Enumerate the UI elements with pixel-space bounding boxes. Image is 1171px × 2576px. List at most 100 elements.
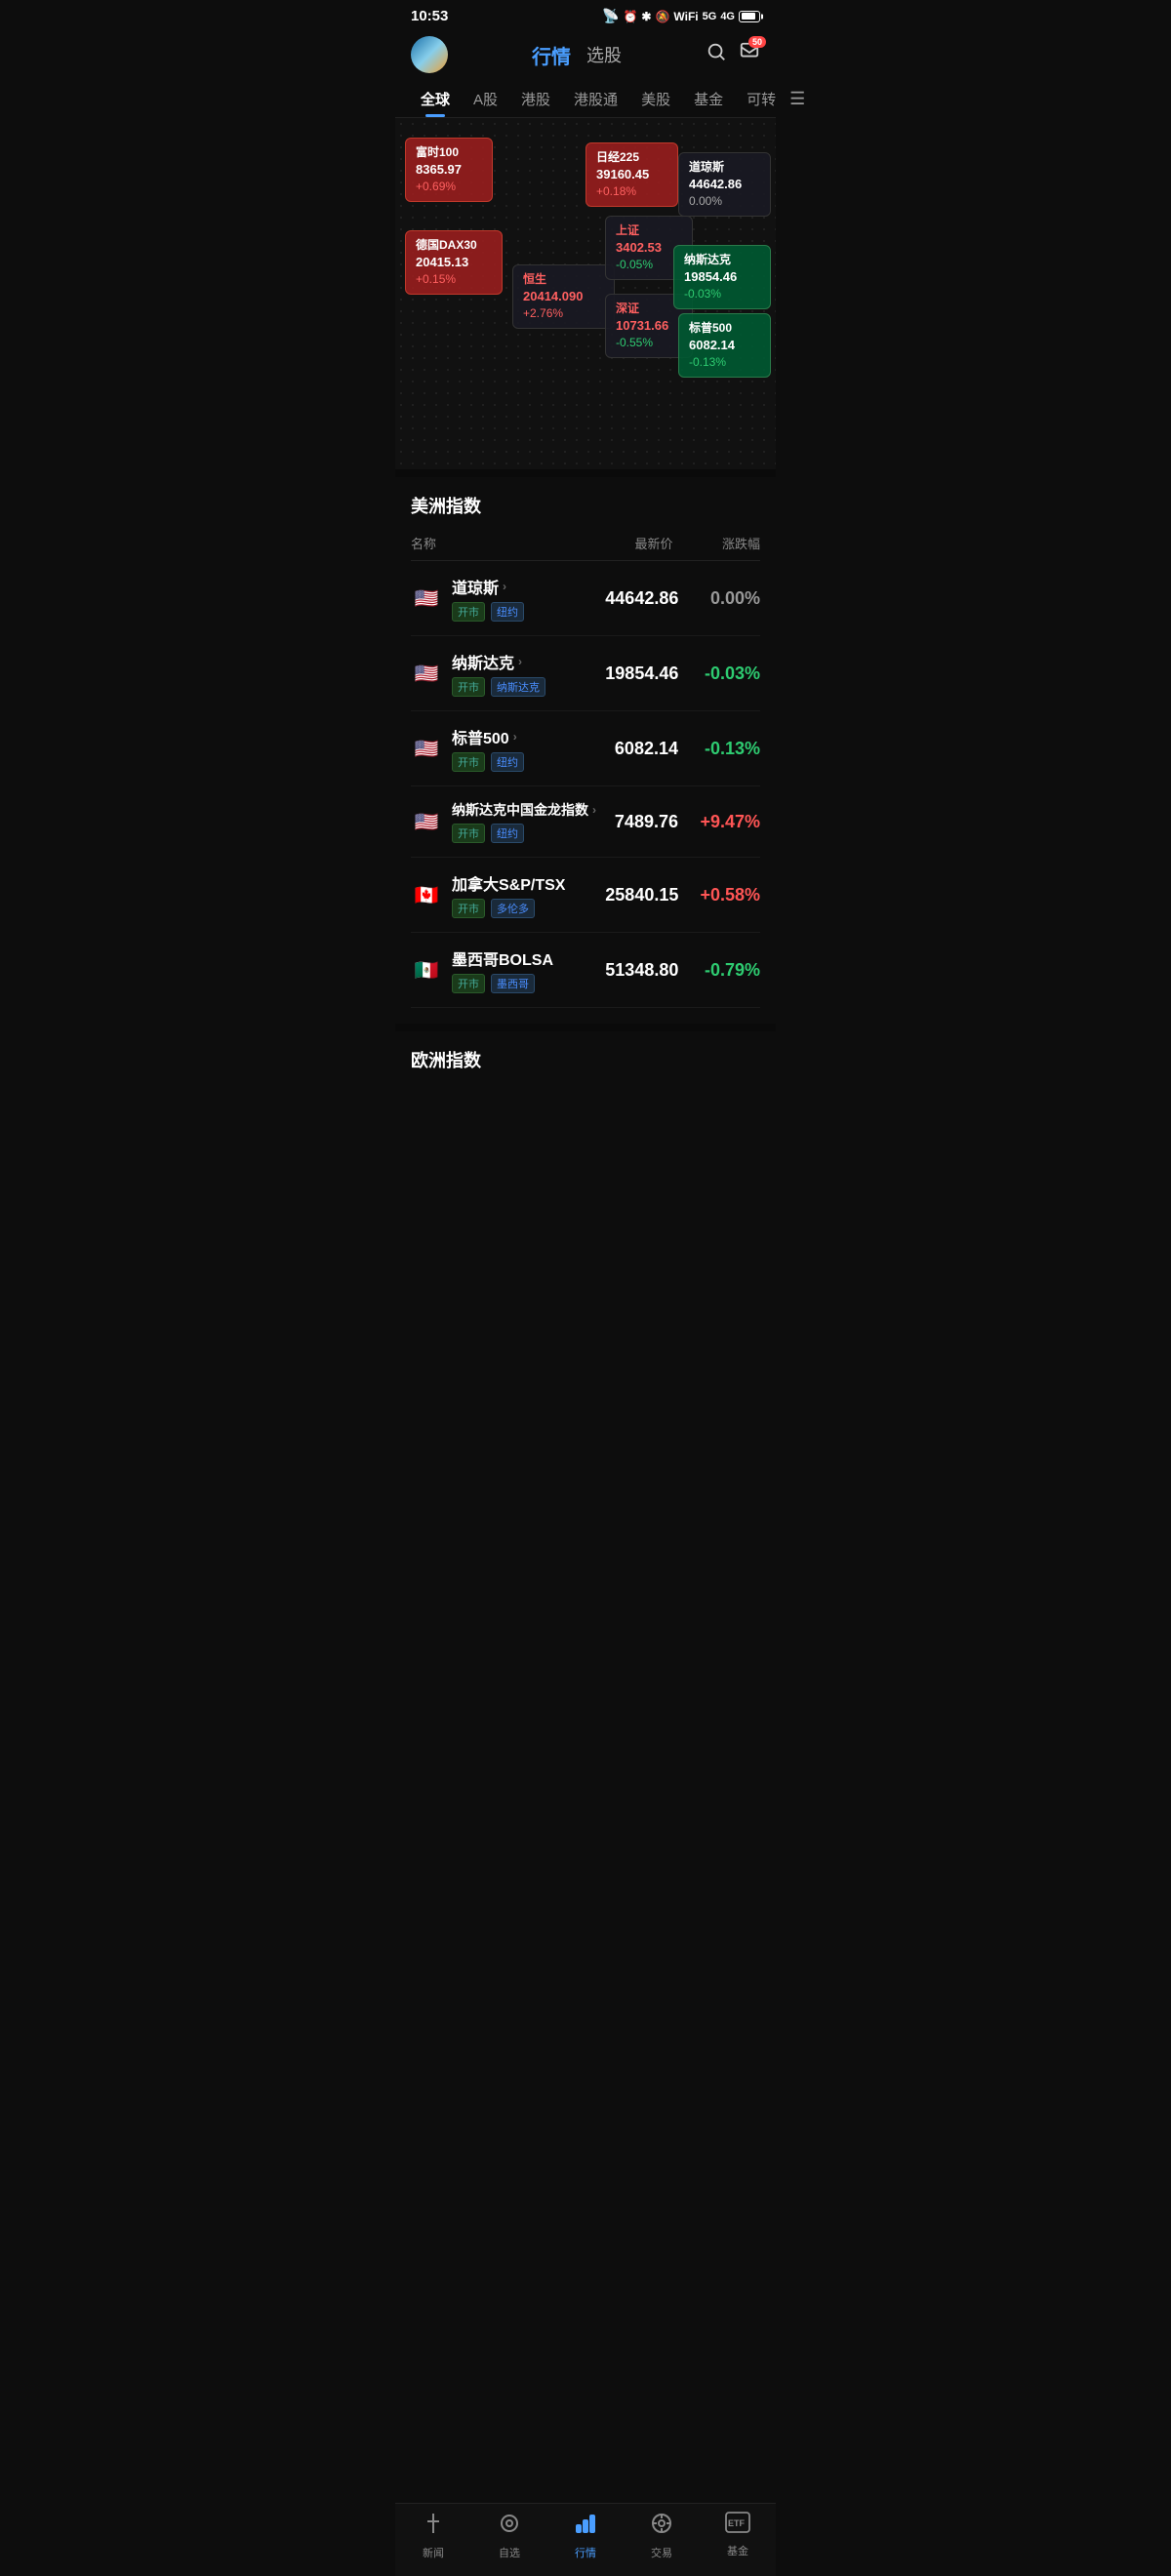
message-button[interactable]: 50 [739,41,760,68]
tsx-info: 加拿大S&P/TSX 开市 多伦多 [452,871,595,918]
signal-4g: 4G [720,11,735,22]
alarm-icon: ⏰ [623,10,637,23]
nasdaq-tag-exchange: 纳斯达克 [491,677,545,697]
notification-icon: 📡 [602,8,619,24]
sp500-tags: 开市 纽约 [452,752,596,772]
dow-change: 0.00% [688,588,760,609]
market-row-tsx[interactable]: 🇨🇦 加拿大S&P/TSX 开市 多伦多 25840.15 +0.58% [411,858,760,933]
bolsa-price: 51348.80 [605,960,678,981]
watchlist-icon [498,2512,521,2541]
tab-convertible[interactable]: 可转 [737,81,786,117]
sp500-tag-open: 开市 [452,752,485,772]
header-title: 行情 选股 [460,41,694,69]
market-card-nasdaq-map[interactable]: 纳斯达克 19854.46 -0.03% [673,245,771,309]
sp500-tag-ny: 纽约 [491,752,524,772]
header-change-col: 涨跌幅 [673,534,761,552]
tsx-change: +0.58% [688,885,760,906]
header-price-col: 最新价 [586,534,673,552]
header: 行情 选股 50 [395,28,776,81]
market-row-nasdaq-china[interactable]: 🇺🇸 纳斯达克中国金龙指数 › 开市 纽约 7489.76 +9.47% [411,786,760,858]
news-icon [422,2512,445,2541]
flag-us-ncdx: 🇺🇸 [411,811,442,832]
market-row-dow[interactable]: 🇺🇸 道琼斯 › 开市 纽约 44642.86 0.00% [411,561,760,636]
tab-global[interactable]: 全球 [411,81,460,117]
nav-item-news[interactable]: 新闻 [404,2512,463,2560]
dow-tag-ny: 纽约 [491,602,524,622]
mute-icon: 🔕 [655,10,669,23]
news-label: 新闻 [423,2545,444,2560]
market-card-ftse100[interactable]: 富时100 8365.97 +0.69% [405,138,493,202]
tab-hk-shares[interactable]: 港股 [511,81,560,117]
battery-icon [739,11,760,22]
etf-icon: ETF [725,2512,750,2539]
ncdx-change: +9.47% [688,812,760,832]
bolsa-tags: 开市 墨西哥 [452,974,595,993]
nasdaq-tags: 开市 纳斯达克 [452,677,595,697]
europe-title: 欧洲指数 [411,1047,760,1072]
tsx-name: 加拿大S&P/TSX [452,871,565,895]
ncdx-tag-open: 开市 [452,824,485,843]
market-row-sp500[interactable]: 🇺🇸 标普500 › 开市 纽约 6082.14 -0.13% [411,711,760,786]
tab-hk-connect[interactable]: 港股通 [564,81,627,117]
bottom-navigation: 新闻 自选 行情 [395,2503,776,2576]
nasdaq-chevron: › [518,655,522,668]
ncdx-info: 纳斯达克中国金龙指数 › 开市 纽约 [452,800,596,843]
sp500-chevron: › [513,730,517,744]
bolsa-info: 墨西哥BOLSA 开市 墨西哥 [452,946,595,993]
avatar[interactable] [411,36,448,73]
search-button[interactable] [706,41,727,68]
market-card-dow-map[interactable]: 道琼斯 44642.86 0.00% [678,152,771,217]
sp500-info: 标普500 › 开市 纽约 [452,725,596,772]
nav-item-watchlist[interactable]: 自选 [480,2512,539,2560]
section-divider-1 [395,469,776,477]
header-main-title[interactable]: 行情 [532,41,571,69]
americas-title: 美洲指数 [411,493,760,518]
tab-more-button[interactable]: ☰ [789,89,805,109]
header-sub-title[interactable]: 选股 [586,42,622,67]
market-card-nikkei[interactable]: 日经225 39160.45 +0.18% [586,142,678,207]
status-time: 10:53 [411,8,448,24]
americas-section: 美洲指数 名称 最新价 涨跌幅 🇺🇸 道琼斯 › 开市 纽约 44642.86 … [395,477,776,1024]
nasdaq-change: -0.03% [688,664,760,684]
tab-a-shares[interactable]: A股 [464,81,507,117]
nav-item-etf[interactable]: ETF 基金 [708,2512,767,2560]
tsx-tags: 开市 多伦多 [452,899,595,918]
dow-chevron: › [503,580,506,593]
svg-text:ETF: ETF [728,2518,746,2528]
flag-us-sp500: 🇺🇸 [411,738,442,759]
header-actions: 50 [706,41,760,68]
tab-us-shares[interactable]: 美股 [631,81,680,117]
flag-us-nasdaq: 🇺🇸 [411,663,442,684]
sp500-change: -0.13% [688,739,760,759]
market-card-sp500-map[interactable]: 标普500 6082.14 -0.13% [678,313,771,378]
tab-funds[interactable]: 基金 [684,81,733,117]
dow-info: 道琼斯 › 开市 纽约 [452,575,595,622]
bolsa-change: -0.79% [688,960,760,981]
etf-label: 基金 [727,2543,748,2558]
nav-item-market[interactable]: 行情 [556,2512,615,2560]
status-icons: 📡 ⏰ ✱ 🔕 WiFi 5G 4G [602,8,760,24]
market-card-dax[interactable]: 德国DAX30 20415.13 +0.15% [405,230,503,295]
header-name-col: 名称 [411,534,586,552]
nasdaq-name: 纳斯达克 [452,650,514,673]
flag-ca-tsx: 🇨🇦 [411,884,442,906]
bolsa-tag-city: 墨西哥 [491,974,535,993]
ncdx-chevron: › [592,803,596,817]
market-row-bolsa[interactable]: 🇲🇽 墨西哥BOLSA 开市 墨西哥 51348.80 -0.79% [411,933,760,1008]
market-card-hangseng[interactable]: 恒生 20414.090 +2.76% [512,264,615,329]
tsx-tag-open: 开市 [452,899,485,918]
tab-navigation: 全球 A股 港股 港股通 美股 基金 可转 ☰ [395,81,776,118]
ncdx-name: 纳斯达克中国金龙指数 [452,800,588,820]
flag-mx-bolsa: 🇲🇽 [411,959,442,981]
dow-name: 道琼斯 [452,575,499,598]
nav-item-trading[interactable]: 交易 [632,2512,691,2560]
sp500-name: 标普500 [452,725,509,748]
market-row-nasdaq[interactable]: 🇺🇸 纳斯达克 › 开市 纳斯达克 19854.46 -0.03% [411,636,760,711]
market-label: 行情 [575,2545,596,2560]
section-divider-2 [395,1024,776,1031]
tsx-price: 25840.15 [605,885,678,906]
watchlist-label: 自选 [499,2545,520,2560]
nasdaq-price: 19854.46 [605,664,678,684]
flag-us-dow: 🇺🇸 [411,587,442,609]
dow-tags: 开市 纽约 [452,602,595,622]
